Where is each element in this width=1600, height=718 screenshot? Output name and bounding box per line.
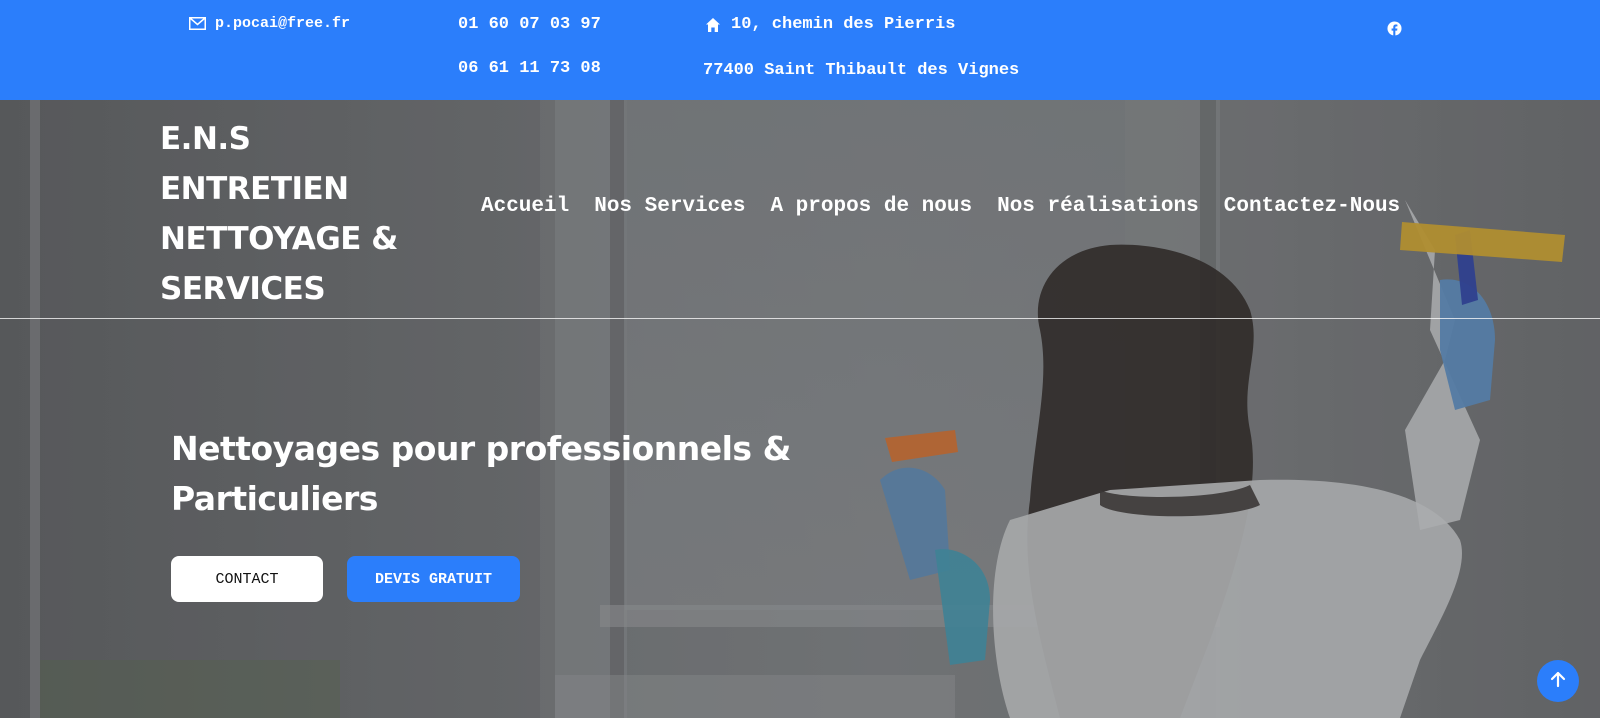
hero-headline-line-1: Nettoyages pour professionnels & xyxy=(171,429,791,468)
main-navigation: Accueil Nos Services A propos de nous No… xyxy=(481,195,1400,218)
brand-line-1: E.N.S xyxy=(160,121,251,157)
brand-line-3: NETTOYAGE & xyxy=(160,221,398,257)
brand-line-2: ENTRETIEN xyxy=(160,171,349,207)
scroll-to-top-button[interactable] xyxy=(1537,660,1579,702)
arrow-up-icon xyxy=(1549,670,1567,693)
nav-item-accueil[interactable]: Accueil xyxy=(481,195,569,218)
facebook-link[interactable] xyxy=(1387,21,1402,36)
address-line-1-text: 10, chemin des Pierris xyxy=(731,15,956,34)
header-divider xyxy=(0,318,1600,319)
site-logo-text[interactable]: E.N.S ENTRETIEN NETTOYAGE & SERVICES xyxy=(160,114,420,314)
facebook-icon xyxy=(1387,21,1402,36)
brand-line-4: SERVICES xyxy=(160,271,326,307)
hero-headline-line-2: Particuliers xyxy=(171,479,378,518)
nav-item-contactez-nous[interactable]: Contactez-Nous xyxy=(1224,195,1400,218)
nav-item-nos-services[interactable]: Nos Services xyxy=(594,195,745,218)
address-line-1: 10, chemin des Pierris xyxy=(705,15,955,34)
nav-item-nos-realisations[interactable]: Nos réalisations xyxy=(997,195,1199,218)
devis-gratuit-button[interactable]: DEVIS GRATUIT xyxy=(347,556,520,602)
hero-section: E.N.S ENTRETIEN NETTOYAGE & SERVICES Acc… xyxy=(0,100,1600,718)
phone-number-1[interactable]: 01 60 07 03 97 xyxy=(458,15,601,34)
top-contact-bar: p.pocai@free.fr 01 60 07 03 97 06 61 11 … xyxy=(0,0,1600,100)
address-line-2: 77400 Saint Thibault des Vignes xyxy=(703,61,1020,80)
email-contact[interactable]: p.pocai@free.fr xyxy=(189,15,350,32)
hero-headline: Nettoyages pour professionnels & Particu… xyxy=(171,424,811,524)
email-text[interactable]: p.pocai@free.fr xyxy=(215,15,350,32)
envelope-icon xyxy=(189,17,215,30)
nav-item-a-propos[interactable]: A propos de nous xyxy=(770,195,972,218)
contact-button[interactable]: CONTACT xyxy=(171,556,323,602)
phone-number-2[interactable]: 06 61 11 73 08 xyxy=(458,59,601,78)
home-icon xyxy=(705,17,731,33)
